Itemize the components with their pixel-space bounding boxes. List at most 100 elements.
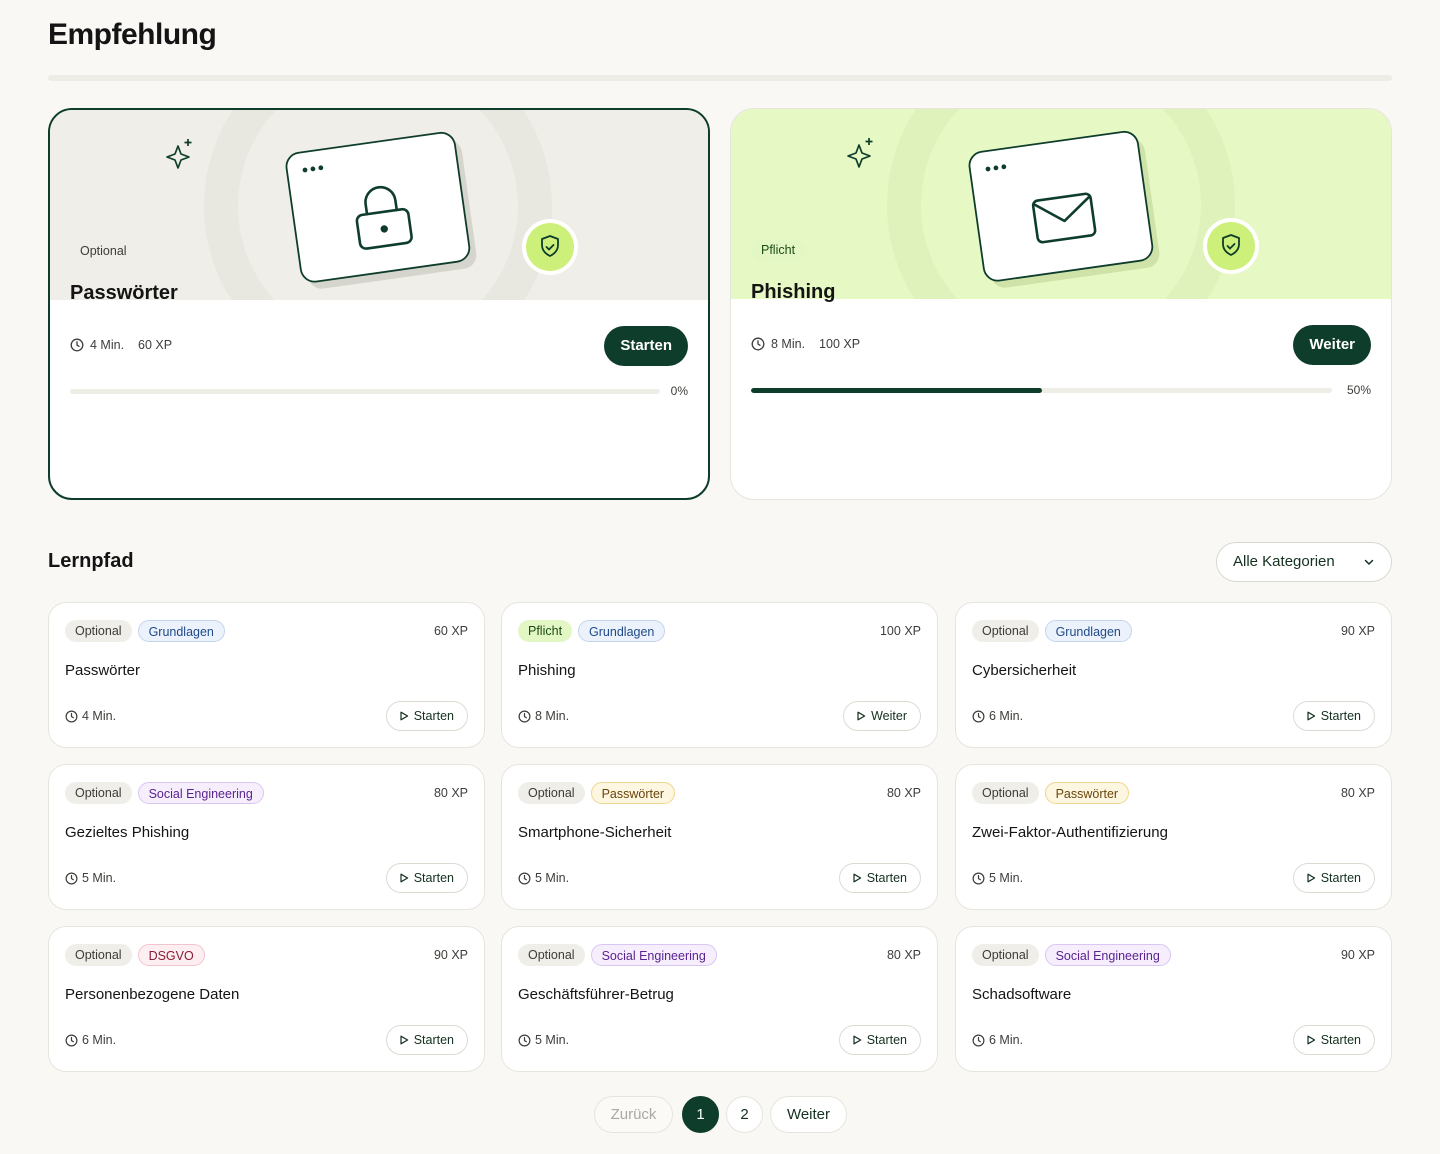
card-duration: 4 Min. (82, 709, 117, 723)
featured-card-passwords[interactable]: Optional Passwörter 4 Min. 60 XP Starten… (48, 108, 710, 500)
play-icon (400, 1035, 408, 1045)
category-badge: DSGVO (137, 944, 205, 966)
pagination-page-2[interactable]: 2 (726, 1096, 763, 1133)
learning-card[interactable]: Optional Passwörter 80 XP Smartphone-Sicher… (501, 764, 938, 910)
play-icon (1307, 711, 1315, 721)
play-icon (400, 873, 408, 883)
chevron-down-icon (1364, 559, 1374, 565)
card-xp: 90 XP (433, 948, 468, 962)
card-action-button[interactable]: Starten (385, 863, 468, 893)
card-title: Schadsoftware (972, 986, 1072, 1003)
card-title: Phishing (518, 662, 576, 679)
card-meta: 5 Min. (65, 871, 116, 885)
learning-card[interactable]: Optional Social Engineering 80 XP Gezieltes… (48, 764, 485, 910)
card-action-button[interactable]: Starten (1292, 1025, 1375, 1055)
card-action-label: Starten (1320, 709, 1361, 723)
status-badge: Optional (70, 240, 137, 262)
learning-card[interactable]: Optional Grundlagen 60 XP Passwörter 4 Min. S… (48, 602, 485, 748)
card-action-label: Starten (413, 709, 454, 723)
card-action-button[interactable]: Starten (1292, 701, 1375, 731)
featured-hero (731, 109, 1391, 299)
featured-xp: 100 XP (819, 337, 861, 351)
card-tags: Optional Grundlagen (65, 620, 225, 642)
category-badge: Social Engineering (137, 782, 264, 804)
learning-card[interactable]: Optional Passwörter 80 XP Zwei-Faktor-Authe… (955, 764, 1392, 910)
card-action-label: Starten (1320, 1033, 1361, 1047)
continue-button[interactable]: Weiter (1293, 325, 1371, 365)
card-meta: 5 Min. (518, 1033, 569, 1047)
card-duration: 5 Min. (535, 871, 570, 885)
card-meta: 4 Min. (65, 709, 116, 723)
featured-card-phishing[interactable]: Pflicht Phishing 8 Min. 100 XP Weiter 50… (730, 108, 1392, 500)
category-badge: Grundlagen (578, 620, 666, 642)
card-xp: 80 XP (433, 786, 468, 800)
card-duration: 5 Min. (989, 871, 1024, 885)
card-meta: 8 Min. (518, 709, 569, 723)
card-action-button[interactable]: Weiter (843, 701, 921, 731)
progress-bar (751, 388, 1332, 393)
card-tags: Optional Social Engineering (972, 944, 1171, 966)
pagination-next-button[interactable]: Weiter (770, 1096, 847, 1133)
progress-fill (751, 388, 1042, 393)
category-badge: Social Engineering (590, 944, 717, 966)
featured-meta: 4 Min. 60 XP (70, 338, 172, 352)
progress-percent: 50% (1346, 383, 1371, 397)
card-tags: Optional Passwörter (972, 782, 1130, 804)
learning-card[interactable]: Optional DSGVO 90 XP Personenbezogene Daten… (48, 926, 485, 1072)
pagination: Zurück 1 2 Weiter (0, 1096, 1440, 1134)
category-select[interactable]: Alle Kategorien (1216, 542, 1392, 582)
featured-hero (50, 110, 708, 300)
card-tags: Optional Social Engineering (65, 782, 264, 804)
featured-duration: 4 Min. (90, 338, 125, 352)
pagination-prev-button[interactable]: Zurück (594, 1096, 673, 1133)
status-badge: Optional (972, 944, 1039, 966)
card-xp: 100 XP (879, 624, 921, 638)
status-badge: Optional (972, 620, 1039, 642)
card-action-label: Starten (413, 871, 454, 885)
learning-card[interactable]: Pflicht Grundlagen 100 XP Phishing 8 Min. Wei… (501, 602, 938, 748)
featured-duration: 8 Min. (771, 337, 806, 351)
category-badge: Passwörter (590, 782, 676, 804)
sparkle-icon (847, 138, 873, 168)
clock-icon (518, 872, 531, 884)
learning-card[interactable]: Optional Grundlagen 90 XP Cybersicherheit 6 … (955, 602, 1392, 748)
pagination-page-1[interactable]: 1 (682, 1096, 719, 1133)
card-meta: 5 Min. (518, 871, 569, 885)
card-action-button[interactable]: Starten (385, 1025, 468, 1055)
card-action-button[interactable]: Starten (838, 863, 921, 893)
card-tags: Optional Social Engineering (518, 944, 717, 966)
card-action-button[interactable]: Starten (838, 1025, 921, 1055)
card-meta: 6 Min. (972, 1033, 1023, 1047)
clock-icon (751, 337, 765, 351)
card-action-button[interactable]: Starten (1292, 863, 1375, 893)
card-xp: 60 XP (433, 624, 468, 638)
start-button[interactable]: Starten (604, 326, 688, 366)
featured-title: Passwörter (70, 282, 178, 304)
clock-icon (972, 1034, 985, 1046)
card-action-label: Starten (1320, 871, 1361, 885)
play-icon (1307, 1035, 1315, 1045)
status-badge: Optional (65, 782, 132, 804)
status-badge: Optional (65, 620, 132, 642)
status-badge: Optional (518, 944, 585, 966)
card-xp: 80 XP (886, 948, 921, 962)
featured-title: Phishing (751, 281, 836, 303)
progress-bar (70, 389, 660, 394)
category-badge: Social Engineering (1044, 944, 1171, 966)
learning-card[interactable]: Optional Social Engineering 90 XP Schadsoft… (955, 926, 1392, 1072)
play-icon (400, 711, 408, 721)
card-duration: 6 Min. (989, 709, 1024, 723)
status-badge: Optional (518, 782, 585, 804)
page-title: Empfehlung (48, 18, 217, 51)
card-action-button[interactable]: Starten (385, 701, 468, 731)
status-badge: Pflicht (518, 620, 573, 642)
card-action-label: Starten (866, 1033, 907, 1047)
featured-meta: 8 Min. 100 XP (751, 337, 860, 351)
play-icon (857, 711, 866, 721)
clock-icon (65, 872, 78, 884)
learning-card[interactable]: Optional Social Engineering 80 XP Geschäfts… (501, 926, 938, 1072)
category-badge: Passwörter (1044, 782, 1130, 804)
play-icon (1307, 873, 1315, 883)
card-meta: 5 Min. (972, 871, 1023, 885)
card-xp: 80 XP (1340, 786, 1375, 800)
